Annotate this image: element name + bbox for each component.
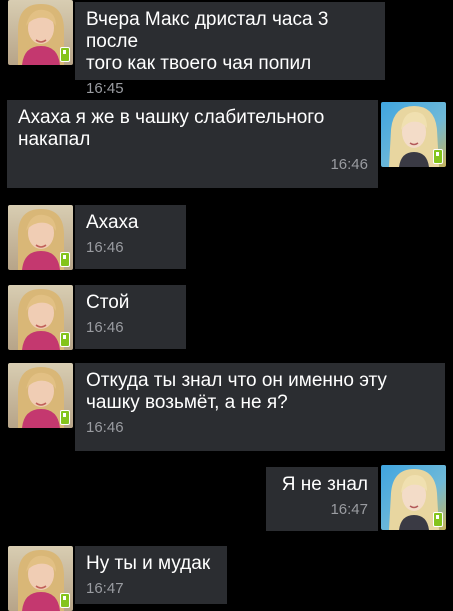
message-text: Стой — [86, 292, 130, 313]
mobile-phone-icon — [60, 332, 70, 347]
message-row: Ну ты и мудак 16:47 — [0, 546, 453, 611]
mobile-phone-icon — [433, 149, 443, 164]
message-row: Ахаха я же в чашку слабительного накапал… — [0, 100, 453, 188]
message-bubble[interactable]: Ну ты и мудак 16:47 — [75, 546, 227, 604]
mobile-phone-icon — [60, 47, 70, 62]
message-text: Ахаха я же в чашку слабительного накапал — [18, 107, 325, 150]
message-text: Ахаха — [86, 212, 139, 233]
contact-avatar[interactable] — [8, 546, 73, 611]
message-bubble[interactable]: Вчера Макс дристал часа 3 после того как… — [75, 2, 385, 97]
mobile-phone-icon — [433, 512, 443, 527]
message-time: 16:45 — [86, 80, 124, 97]
message-bubble[interactable]: Ахаха я же в чашку слабительного накапал… — [7, 100, 378, 188]
message-row: Откуда ты знал что он именно эту чашку в… — [0, 363, 453, 451]
message-text: Я не знал — [281, 474, 368, 495]
message-time: 16:46 — [86, 319, 124, 336]
own-avatar[interactable] — [381, 102, 446, 167]
message-row: Я не знал 16:47 — [0, 465, 453, 533]
message-bubble[interactable]: Стой 16:46 — [75, 285, 186, 349]
message-row: Ахаха 16:46 — [0, 205, 453, 270]
contact-avatar[interactable] — [8, 285, 73, 350]
contact-avatar[interactable] — [8, 0, 73, 65]
contact-avatar[interactable] — [8, 363, 73, 428]
message-row: Вчера Макс дристал часа 3 после того как… — [0, 0, 453, 97]
own-avatar[interactable] — [381, 465, 446, 530]
message-time: 16:47 — [330, 501, 368, 518]
mobile-phone-icon — [60, 593, 70, 608]
mobile-phone-icon — [60, 252, 70, 267]
message-text: Вчера Макс дристал часа 3 после того как… — [86, 9, 329, 74]
message-row: Стой 16:46 — [0, 285, 453, 350]
message-time: 16:46 — [86, 419, 124, 436]
message-text: Откуда ты знал что он именно эту чашку в… — [86, 370, 387, 413]
mobile-phone-icon — [60, 410, 70, 425]
message-bubble[interactable]: Ахаха 16:46 — [75, 205, 186, 269]
message-text: Ну ты и мудак — [86, 553, 211, 574]
contact-avatar[interactable] — [8, 205, 73, 270]
message-time: 16:47 — [86, 580, 124, 597]
message-bubble[interactable]: Я не знал 16:47 — [266, 467, 378, 531]
message-time: 16:46 — [330, 156, 368, 173]
message-bubble[interactable]: Откуда ты знал что он именно эту чашку в… — [75, 363, 445, 451]
message-time: 16:46 — [86, 239, 124, 256]
